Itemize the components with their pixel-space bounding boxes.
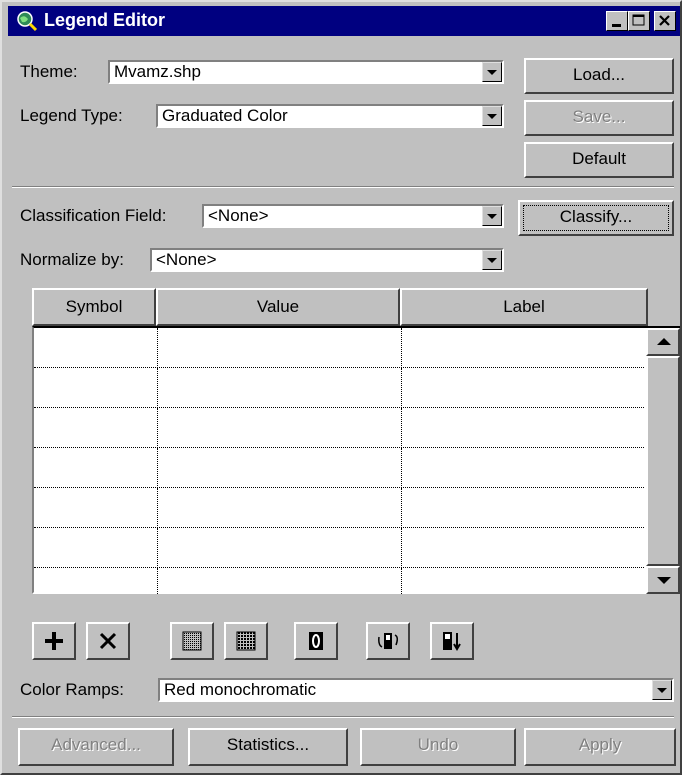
chevron-down-icon[interactable]	[482, 206, 502, 226]
symbol-cell[interactable]	[34, 448, 158, 488]
normalize-by-value: <None>	[156, 250, 217, 269]
minimize-icon	[612, 24, 621, 27]
fill-symbol-button[interactable]	[170, 622, 214, 660]
legend-editor-window: Legend Editor Theme: Mvamz.shp Load... L…	[0, 0, 682, 775]
scroll-thumb[interactable]	[646, 356, 680, 566]
table-row[interactable]	[34, 528, 644, 568]
maximize-icon	[632, 14, 645, 26]
sort-icon	[443, 632, 461, 651]
chevron-down-icon[interactable]	[482, 250, 502, 270]
normalize-by-select[interactable]: <None>	[150, 248, 504, 272]
chevron-down-icon[interactable]	[652, 680, 672, 700]
value-cell[interactable]	[158, 528, 402, 568]
delete-class-button[interactable]	[86, 622, 130, 660]
default-button[interactable]: Default	[524, 142, 674, 178]
symbol-cell[interactable]	[34, 488, 158, 528]
value-cell[interactable]	[158, 488, 402, 528]
save-button[interactable]: Save...	[524, 100, 674, 136]
scroll-down-icon[interactable]	[646, 566, 680, 594]
add-class-icon	[45, 632, 63, 650]
classification-field-label: Classification Field:	[20, 206, 167, 225]
column-header-value[interactable]: Value	[156, 288, 400, 326]
fill-pattern-icon	[236, 631, 256, 651]
flip-symbols-button[interactable]	[366, 622, 410, 660]
globe-magnifier-icon	[17, 11, 38, 32]
symbol-cell[interactable]	[34, 568, 158, 594]
legend-type-select[interactable]: Graduated Color	[156, 104, 504, 128]
table-row[interactable]	[34, 328, 644, 368]
classification-field-select[interactable]: <None>	[202, 204, 504, 228]
divider	[12, 716, 674, 718]
minimize-button[interactable]	[606, 11, 628, 31]
scroll-up-icon[interactable]	[646, 328, 680, 356]
classify-button[interactable]: Classify...	[518, 200, 674, 236]
window-title: Legend Editor	[44, 10, 165, 30]
column-header-label[interactable]: Label	[400, 288, 648, 326]
statistics-button[interactable]: Statistics...	[188, 728, 348, 766]
theme-label: Theme:	[20, 62, 78, 81]
undo-button[interactable]: Undo	[360, 728, 516, 766]
close-icon	[659, 15, 670, 26]
symbol-cell[interactable]	[34, 368, 158, 408]
theme-value: Mvamz.shp	[114, 62, 201, 81]
value-cell[interactable]	[158, 408, 402, 448]
table-body	[32, 326, 680, 594]
fill-symbol-icon	[182, 631, 202, 651]
flip-symbols-icon	[378, 633, 399, 649]
table-row[interactable]	[34, 408, 644, 448]
apply-button[interactable]: Apply	[524, 728, 676, 766]
color-ramps-select[interactable]: Red monochromatic	[158, 678, 674, 702]
close-button[interactable]	[654, 11, 676, 31]
symbol-cell[interactable]	[34, 528, 158, 568]
advanced-button[interactable]: Advanced...	[18, 728, 174, 766]
legend-type-label: Legend Type:	[20, 106, 123, 125]
table-row[interactable]	[34, 488, 644, 528]
value-cell[interactable]	[158, 368, 402, 408]
legend-table: Symbol Value Label	[32, 288, 682, 610]
value-cell[interactable]	[158, 568, 402, 594]
table-row[interactable]	[34, 448, 644, 488]
normalize-by-label: Normalize by:	[20, 250, 124, 269]
color-ramps-value: Red monochromatic	[164, 680, 317, 699]
null-value-icon	[309, 632, 323, 650]
classification-field-value: <None>	[208, 206, 269, 225]
legend-type-value: Graduated Color	[162, 106, 288, 125]
chevron-down-icon[interactable]	[482, 62, 502, 82]
sort-button[interactable]	[430, 622, 474, 660]
chevron-down-icon[interactable]	[482, 106, 502, 126]
theme-select[interactable]: Mvamz.shp	[108, 60, 504, 84]
null-value-button[interactable]	[294, 622, 338, 660]
title-bar[interactable]: Legend Editor	[8, 6, 680, 36]
maximize-button[interactable]	[628, 11, 650, 31]
column-header-symbol[interactable]: Symbol	[32, 288, 156, 326]
symbol-cell[interactable]	[34, 328, 158, 368]
color-ramps-label: Color Ramps:	[20, 680, 124, 699]
load-button[interactable]: Load...	[524, 58, 674, 94]
add-class-button[interactable]	[32, 622, 76, 660]
vertical-scrollbar[interactable]	[646, 328, 680, 594]
value-cell[interactable]	[158, 448, 402, 488]
delete-class-icon	[99, 632, 117, 650]
value-cell[interactable]	[158, 328, 402, 368]
symbol-cell[interactable]	[34, 408, 158, 448]
table-row[interactable]	[34, 368, 644, 408]
table-header: Symbol Value Label	[32, 288, 648, 326]
table-row[interactable]	[34, 568, 644, 594]
divider	[12, 186, 674, 188]
fill-pattern-button[interactable]	[224, 622, 268, 660]
